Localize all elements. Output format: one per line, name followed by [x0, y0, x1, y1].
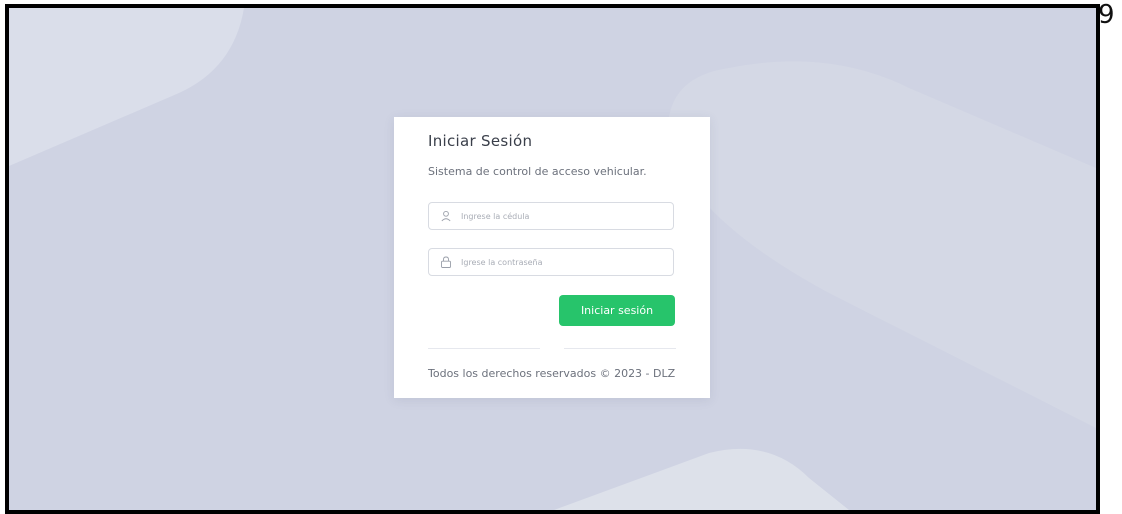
screenshot-frame: Iniciar Sesión Sistema de control de acc… [5, 4, 1100, 514]
user-icon [441, 210, 451, 222]
password-input-wrapper[interactable] [428, 248, 674, 276]
lock-icon [441, 256, 451, 268]
login-card: Iniciar Sesión Sistema de control de acc… [394, 117, 710, 398]
login-title: Iniciar Sesión [428, 132, 533, 150]
password-input[interactable] [461, 253, 666, 271]
footer-copyright: Todos los derechos reservados © 2023 - D… [428, 367, 676, 380]
divider-right [564, 348, 676, 349]
login-button[interactable]: Iniciar sesión [559, 295, 675, 326]
id-number-input[interactable] [461, 207, 666, 225]
divider-left [428, 348, 540, 349]
page-number: 9 [1098, 0, 1115, 30]
id-input-wrapper[interactable] [428, 202, 674, 230]
login-subtitle: Sistema de control de acceso vehicular. [428, 165, 647, 178]
